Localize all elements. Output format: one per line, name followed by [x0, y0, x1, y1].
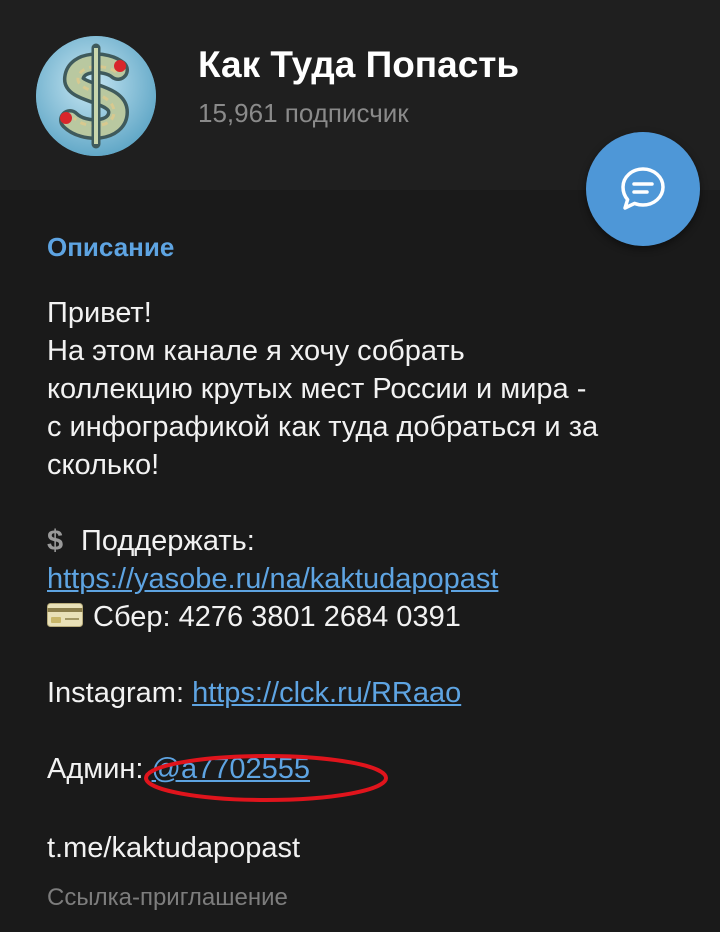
instagram-line: Instagram: https://clck.ru/RRaao [47, 674, 697, 712]
support-link[interactable]: https://yasobe.ru/na/kaktudapopast [47, 563, 498, 595]
admin-mention-link[interactable]: @a7702555 [152, 753, 310, 785]
admin-label: Админ: [47, 753, 144, 785]
channel-description: Привет! На этом канале я хочу собрать ко… [47, 294, 697, 788]
instagram-link[interactable]: https://clck.ru/RRaao [192, 677, 461, 709]
channel-title: Как Туда Попасть [198, 44, 520, 85]
chat-bubble-icon [621, 167, 665, 210]
description-line: сколько! [47, 449, 160, 481]
dollar-map-logo-icon [36, 36, 156, 156]
instagram-label: Instagram: [47, 677, 184, 709]
sber-text: Сбер: 4276 3801 2684 0391 [93, 601, 461, 633]
invite-link[interactable]: t.me/kaktudapopast [47, 832, 300, 865]
invite-caption: Ссылка-приглашение [47, 884, 288, 911]
chat-button[interactable] [586, 132, 700, 246]
subscriber-count: 15,961 подписчик [198, 98, 409, 128]
description-line: с инфографикой как туда добраться и за [47, 411, 599, 443]
credit-card-icon [47, 603, 83, 628]
description-line: коллекцию крутых мест России и мира - [47, 373, 587, 405]
support-line: $ Поддержать: [47, 522, 697, 560]
dollar-sign-icon: $ [47, 525, 64, 557]
support-label: Поддержать: [81, 525, 255, 557]
sber-line: Сбер: 4276 3801 2684 0391 [47, 598, 697, 636]
description-line: Привет! [47, 297, 152, 329]
admin-line: Админ: @a7702555 [47, 750, 697, 788]
description-label: Описание [47, 232, 175, 262]
support-link-line: https://yasobe.ru/na/kaktudapopast [47, 560, 697, 598]
channel-avatar[interactable] [36, 36, 156, 156]
description-line: На этом канале я хочу собрать [47, 335, 465, 367]
